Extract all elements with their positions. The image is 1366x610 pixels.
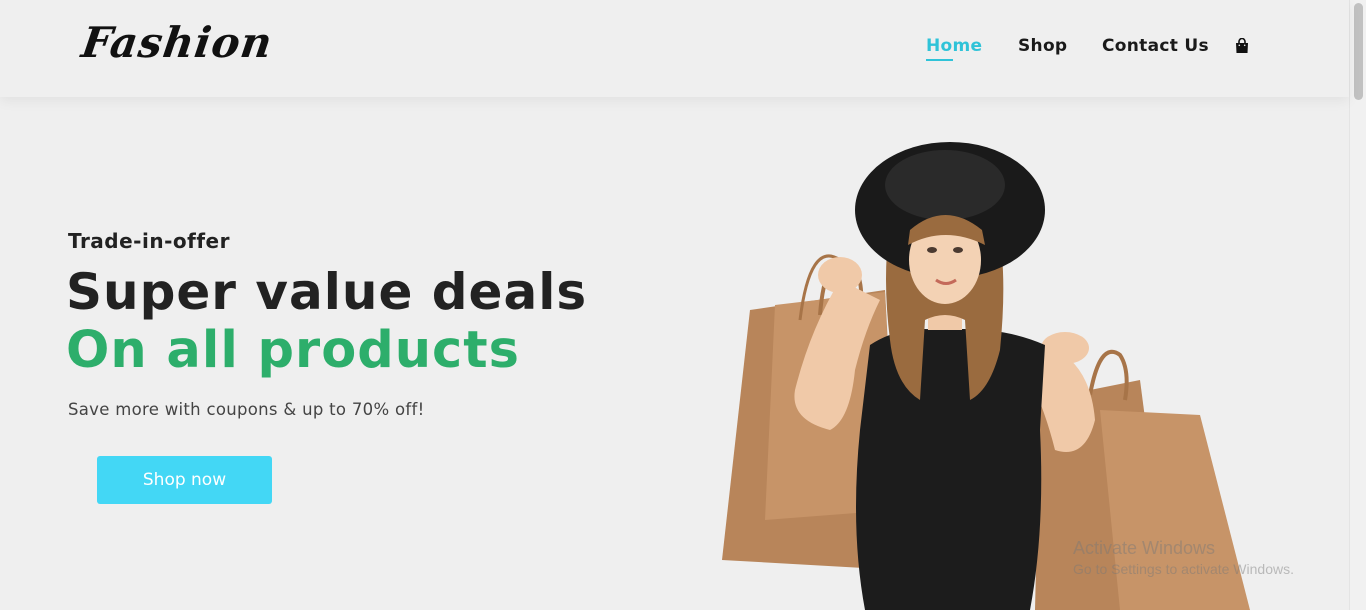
page-scrollbar[interactable] <box>1349 0 1366 610</box>
shopping-bag-icon[interactable] <box>1235 38 1249 54</box>
watermark-subtitle: Go to Settings to activate Windows. <box>1073 561 1294 577</box>
hero-headline-accent: On all products <box>66 321 521 380</box>
active-underline <box>926 59 953 61</box>
nav-home-label: Home <box>926 36 983 56</box>
nav-shop-label: Shop <box>1018 36 1068 56</box>
hero-headline: Super value deals <box>66 263 588 321</box>
nav-contact-label: Contact Us <box>1102 36 1209 56</box>
scrollbar-thumb[interactable] <box>1354 3 1363 100</box>
nav-shop[interactable]: Shop <box>1018 36 1067 56</box>
windows-activation-watermark: Activate Windows Go to Settings to activ… <box>1073 538 1294 577</box>
main-nav: Home Shop Contact Us <box>0 36 1349 66</box>
nav-contact-us[interactable]: Contact Us <box>1102 36 1209 56</box>
hero-subtext: Save more with coupons & up to 70% off! <box>68 400 425 419</box>
hero-eyebrow: Trade-in-offer <box>68 229 230 253</box>
site-header: Fashion Home Shop Contact Us <box>0 0 1349 97</box>
shop-now-button[interactable]: Shop now <box>97 456 272 504</box>
watermark-title: Activate Windows <box>1073 538 1216 558</box>
nav-home[interactable]: Home <box>926 36 983 61</box>
